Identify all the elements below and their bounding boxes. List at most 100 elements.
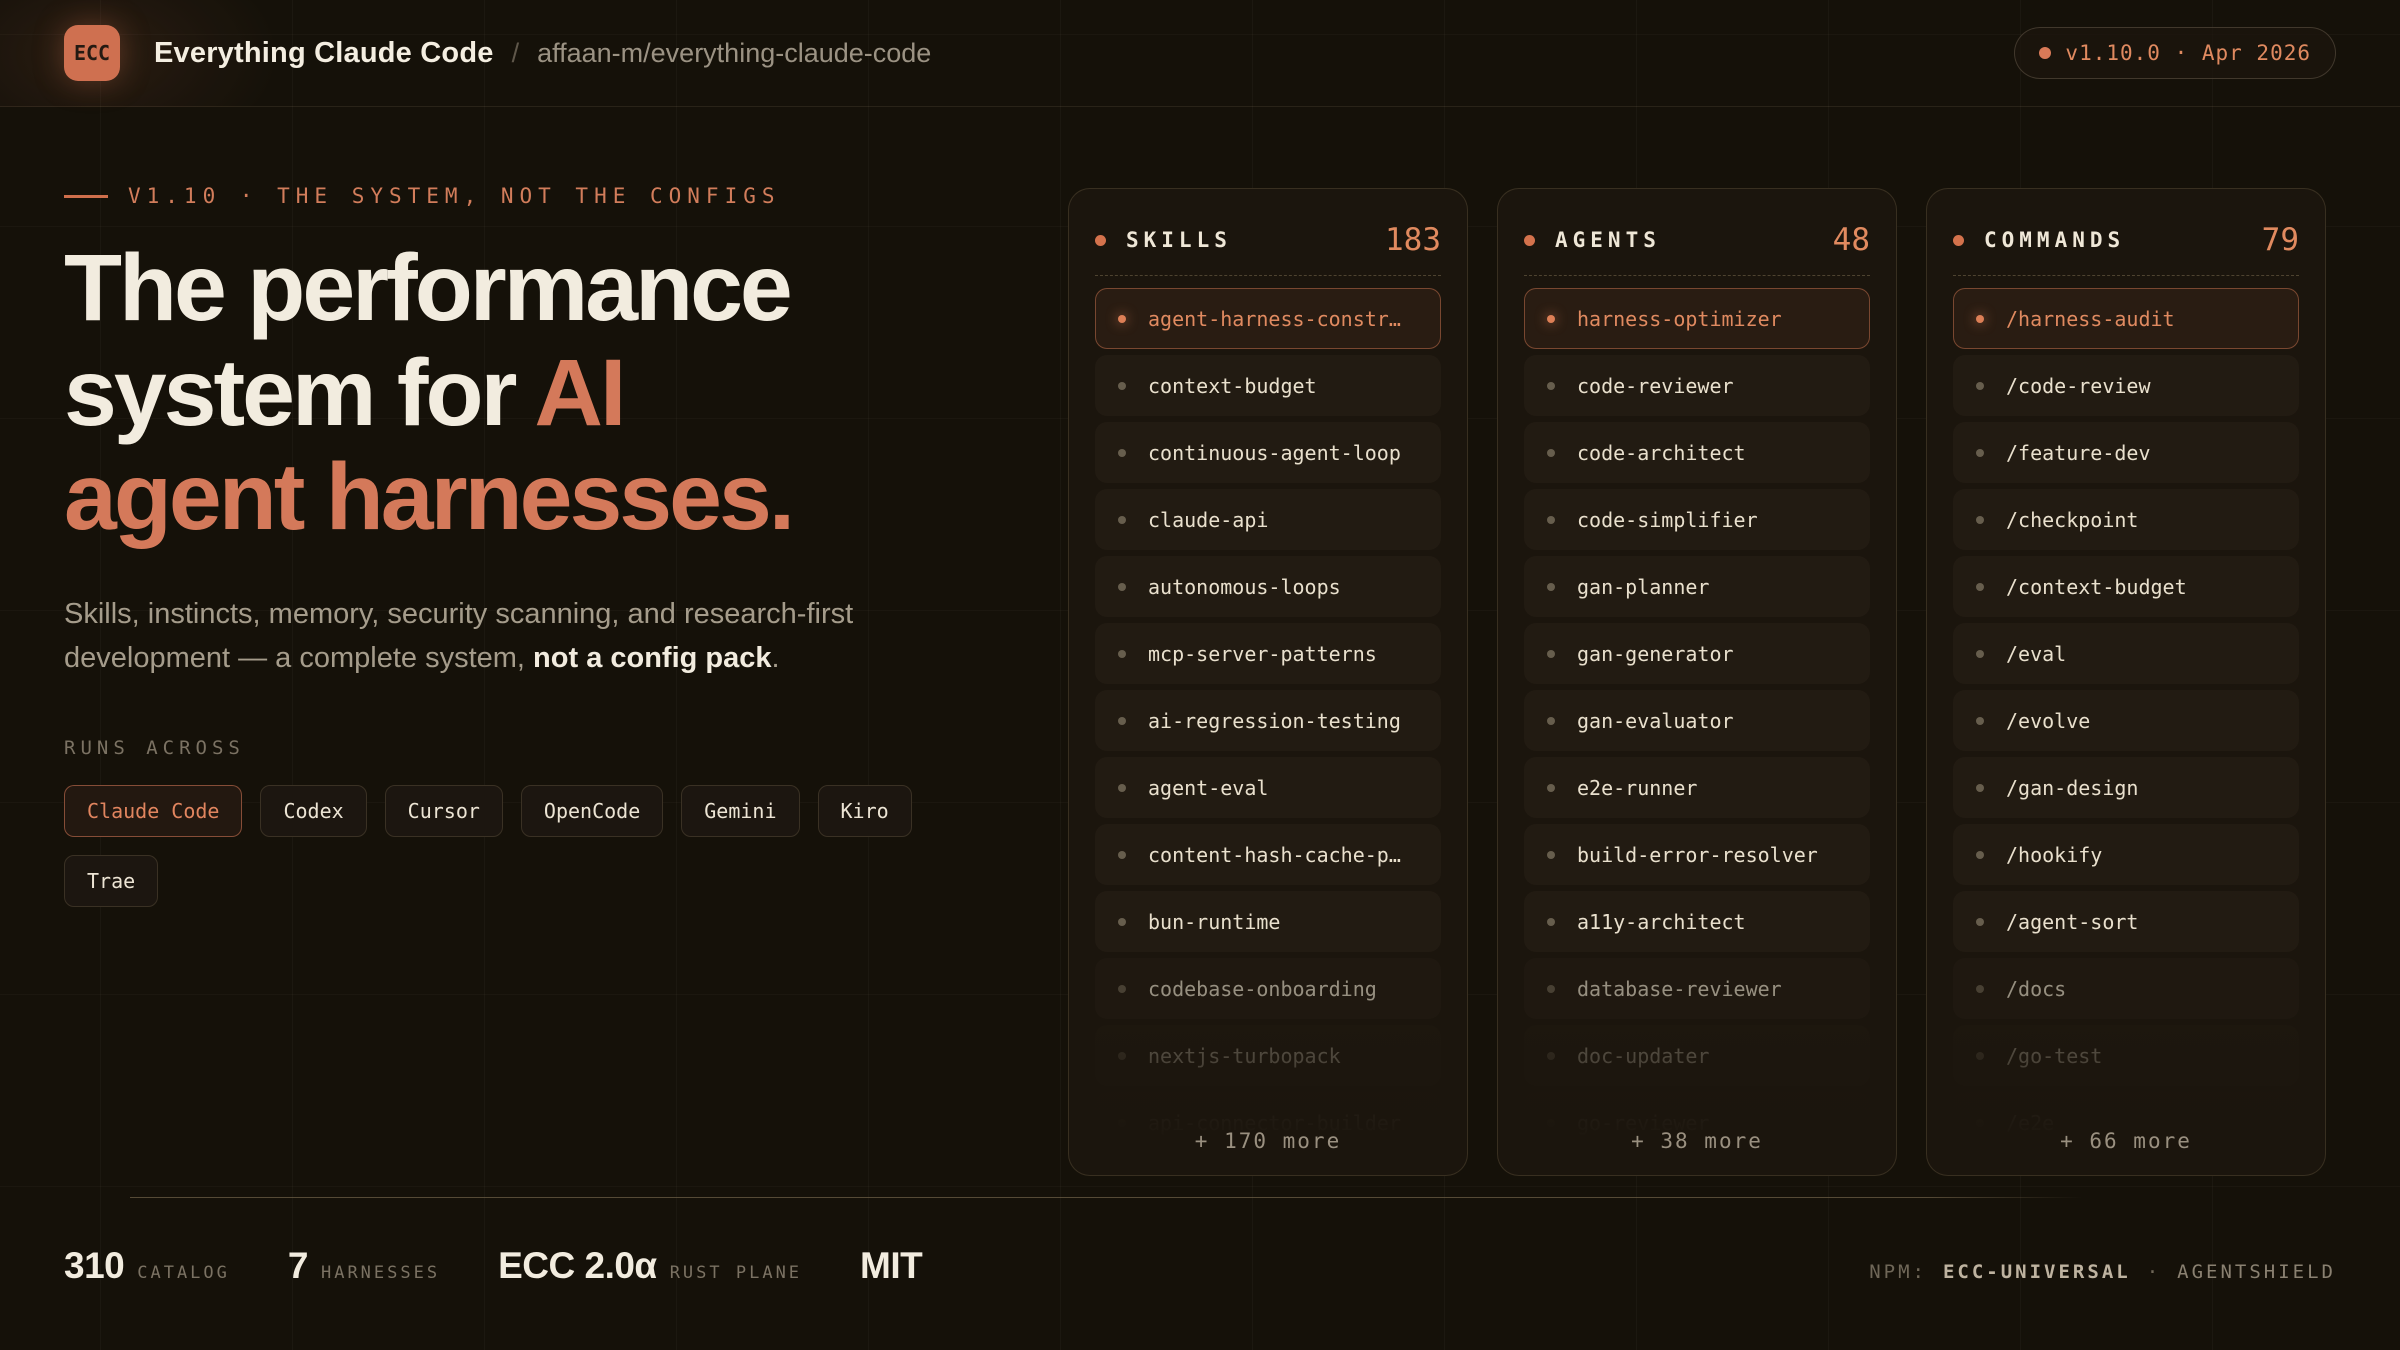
eyebrow-text: V1.10 · THE SYSTEM, NOT THE CONFIGS	[128, 184, 781, 208]
harness-chip-opencode[interactable]: OpenCode	[521, 785, 663, 837]
catalog-item[interactable]: /harness-audit	[1953, 288, 2299, 349]
item-dot-icon	[1118, 1119, 1126, 1127]
heading-text: The performance	[64, 235, 790, 341]
item-dot-icon	[1976, 717, 1984, 725]
catalog-item[interactable]: harness-optimizer	[1524, 288, 1870, 349]
harness-chip-cursor[interactable]: Cursor	[385, 785, 503, 837]
catalog-item[interactable]: autonomous-loops	[1095, 556, 1441, 617]
item-dot-icon	[1976, 1119, 1984, 1127]
item-dot-icon	[1976, 851, 1984, 859]
item-dot-icon	[1547, 784, 1555, 792]
breadcrumb-separator: /	[512, 38, 520, 69]
item-dot-icon	[1547, 382, 1555, 390]
page-title: The performancesystem for AIagent harnes…	[64, 236, 1004, 550]
item-label: build-error-resolver	[1577, 843, 1818, 867]
catalog-item[interactable]: gan-evaluator	[1524, 690, 1870, 751]
item-label: /gan-design	[2006, 776, 2138, 800]
catalog-item[interactable]: code-reviewer	[1524, 355, 1870, 416]
catalog-item[interactable]: doc-updater	[1524, 1025, 1870, 1086]
catalog-item[interactable]: a11y-architect	[1524, 891, 1870, 952]
catalog-item[interactable]: /gan-design	[1953, 757, 2299, 818]
catalog-item[interactable]: build-error-resolver	[1524, 824, 1870, 885]
item-label: /agent-sort	[2006, 910, 2138, 934]
stat-mit: MIT	[860, 1245, 922, 1287]
harness-chip-trae[interactable]: Trae	[64, 855, 158, 907]
catalog-item[interactable]: agent-harness-constr…	[1095, 288, 1441, 349]
item-label: /eval	[2006, 642, 2066, 666]
catalog-item[interactable]: gan-generator	[1524, 623, 1870, 684]
item-label: /evolve	[2006, 709, 2090, 733]
item-label: codebase-onboarding	[1148, 977, 1377, 1001]
item-label: context-budget	[1148, 374, 1317, 398]
catalog-item[interactable]: nextjs-turbopack	[1095, 1025, 1441, 1086]
catalog-item[interactable]: agent-eval	[1095, 757, 1441, 818]
card-label: COMMANDS	[1984, 228, 2125, 252]
npm-info: NPM: ECC-UNIVERSAL · AGENTSHIELD	[1869, 1261, 2336, 1283]
breadcrumb-repo[interactable]: affaan-m/everything-claude-code	[537, 38, 931, 69]
item-dot-icon	[1976, 650, 1984, 658]
subtitle-bold: not a config pack	[533, 642, 771, 674]
catalog-item[interactable]: /docs	[1953, 958, 2299, 1019]
catalog-item[interactable]: /code-review	[1953, 355, 2299, 416]
stat-value: MIT	[860, 1245, 922, 1287]
more-count-label: + 38 more	[1498, 1129, 1896, 1153]
item-label: ai-regression-testing	[1148, 709, 1401, 733]
runs-across-label: RUNS ACROSS	[64, 737, 1004, 759]
item-label: a11y-architect	[1577, 910, 1746, 934]
npm-agentshield: AGENTSHIELD	[2177, 1261, 2336, 1283]
stat-label: CATALOG	[137, 1263, 230, 1283]
stats-row: 310CATALOG7HARNESSESECC 2.0αRUST PLANEMI…	[64, 1245, 922, 1287]
footer-divider	[130, 1197, 2082, 1198]
catalog-item[interactable]: /checkpoint	[1953, 489, 2299, 550]
catalog-item[interactable]: /agent-sort	[1953, 891, 2299, 952]
item-label: code-simplifier	[1577, 508, 1758, 532]
card-label: SKILLS	[1126, 228, 1232, 252]
catalog-item[interactable]: /go-test	[1953, 1025, 2299, 1086]
catalog-item[interactable]: code-simplifier	[1524, 489, 1870, 550]
card-count: 183	[1385, 222, 1441, 258]
item-dot-icon	[1976, 382, 1984, 390]
catalog-item[interactable]: context-budget	[1095, 355, 1441, 416]
footer: 310CATALOG7HARNESSESECC 2.0αRUST PLANEMI…	[64, 1245, 2336, 1287]
catalog-item[interactable]: content-hash-cache-p…	[1095, 824, 1441, 885]
card-count: 79	[2262, 222, 2299, 258]
catalog-item[interactable]: bun-runtime	[1095, 891, 1441, 952]
catalog-item[interactable]: /feature-dev	[1953, 422, 2299, 483]
item-dot-icon	[1976, 784, 1984, 792]
catalog-item[interactable]: /eval	[1953, 623, 2299, 684]
page: ECC Everything Claude Code / affaan-m/ev…	[0, 0, 2400, 1350]
item-dot-icon	[1976, 449, 1984, 457]
catalog-item[interactable]: /context-budget	[1953, 556, 2299, 617]
item-label: gan-evaluator	[1577, 709, 1734, 733]
catalog-item[interactable]: code-architect	[1524, 422, 1870, 483]
catalog-item[interactable]: codebase-onboarding	[1095, 958, 1441, 1019]
item-label: /code-review	[2006, 374, 2151, 398]
catalog-item[interactable]: e2e-runner	[1524, 757, 1870, 818]
eyebrow-dash-icon	[64, 195, 108, 198]
catalog-item[interactable]: database-reviewer	[1524, 958, 1870, 1019]
stat-label: HARNESSES	[321, 1263, 440, 1283]
harness-chip-claude-code[interactable]: Claude Code	[64, 785, 242, 837]
item-dot-icon	[1547, 449, 1555, 457]
catalog-item[interactable]: /evolve	[1953, 690, 2299, 751]
item-dot-icon	[1976, 918, 1984, 926]
item-dot-icon	[1547, 851, 1555, 859]
catalog-item[interactable]: claude-api	[1095, 489, 1441, 550]
harness-chip-gemini[interactable]: Gemini	[681, 785, 799, 837]
catalog-item[interactable]: /hookify	[1953, 824, 2299, 885]
catalog-item[interactable]: ai-regression-testing	[1095, 690, 1441, 751]
catalog-item[interactable]: gan-planner	[1524, 556, 1870, 617]
catalog-item[interactable]: mcp-server-patterns	[1095, 623, 1441, 684]
harness-chip-kiro[interactable]: Kiro	[818, 785, 912, 837]
stat-catalog: 310CATALOG	[64, 1245, 230, 1287]
item-label: code-reviewer	[1577, 374, 1734, 398]
catalog-columns: SKILLS 183 agent-harness-constr… context-bu…	[1068, 188, 2326, 1176]
item-label: content-hash-cache-p…	[1148, 843, 1401, 867]
harness-chip-codex[interactable]: Codex	[260, 785, 366, 837]
stat-value: ECC 2.0α	[498, 1245, 657, 1287]
ecc-logo[interactable]: ECC	[64, 25, 120, 81]
item-label: /docs	[2006, 977, 2066, 1001]
catalog-item[interactable]: continuous-agent-loop	[1095, 422, 1441, 483]
item-dot-icon	[1976, 1052, 1984, 1060]
card-header: COMMANDS 79	[1953, 215, 2299, 265]
